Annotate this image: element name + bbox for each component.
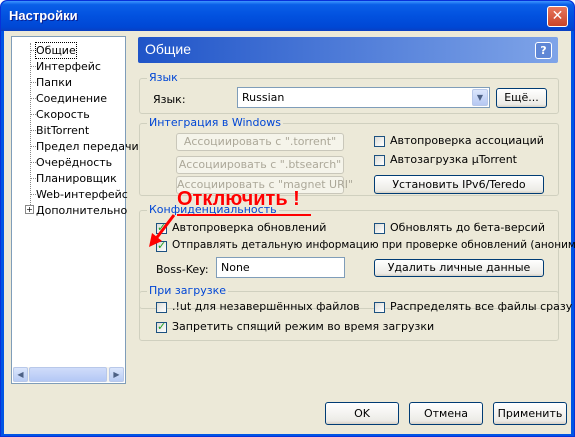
send-info-label: Отправлять детальную информацию при пров… xyxy=(172,239,575,251)
preallocate-checkbox[interactable] xyxy=(374,302,385,313)
disable-annotation: Отключить ! xyxy=(177,188,300,210)
tree-item-queueing[interactable]: Очерёдность xyxy=(36,155,112,170)
beta-updates-checkbox[interactable] xyxy=(374,223,385,234)
associate-btsearch-button[interactable]: Ассоциировать с ".btsearch" xyxy=(176,156,344,174)
close-button[interactable]: ✕ xyxy=(547,6,568,27)
associate-torrent-button[interactable]: Ассоциировать с ".torrent" xyxy=(176,133,344,151)
tree-horizontal-scrollbar[interactable]: ◀ ▶ xyxy=(13,367,124,382)
page-title: Общие xyxy=(145,41,192,57)
tree-item-interface[interactable]: Интерфейс xyxy=(36,59,101,74)
download-group-title: При загрузке xyxy=(147,284,229,297)
boss-key-input[interactable]: None xyxy=(216,257,345,278)
language-group-title: Язык xyxy=(147,71,180,84)
settings-tree: Общие Интерфейс Папки Соединение Скорост… xyxy=(11,36,139,384)
dialog-body: Общие Интерфейс Папки Соединение Скорост… xyxy=(4,31,575,434)
tree-item-folders[interactable]: Папки xyxy=(36,75,72,90)
annotation-arrow-icon xyxy=(149,214,176,247)
tree-item-scheduler[interactable]: Планировщик xyxy=(36,171,117,186)
language-group: Язык Язык: Russian ▼ Ещё... xyxy=(139,71,559,114)
scroll-right-icon[interactable]: ▶ xyxy=(109,367,124,382)
boss-key-label: Boss-Key: xyxy=(156,263,209,276)
tree-item-general[interactable]: Общие xyxy=(35,42,77,59)
ok-button[interactable]: OK xyxy=(325,402,399,425)
check-associations-label: Автопроверка ассоциаций xyxy=(390,134,544,147)
preallocate-label: Распределять все файлы сразу xyxy=(390,300,573,313)
tree-item-speed[interactable]: Скорость xyxy=(36,107,90,122)
autostart-label: Автозагрузка µTorrent xyxy=(390,153,517,166)
windows-integration-group: Интеграция в Windows Ассоциировать с ".t… xyxy=(139,116,559,196)
page-header: Общие ? xyxy=(138,37,558,63)
prevent-sleep-checkbox[interactable] xyxy=(156,320,167,333)
tree-item-advanced[interactable]: Дополнительно xyxy=(36,203,127,218)
scroll-thumb[interactable] xyxy=(29,367,107,382)
window-title: Настройки xyxy=(9,8,78,23)
title-bar[interactable]: Настройки ✕ xyxy=(1,1,574,31)
settings-window: Настройки ✕ Общие Интерфейс Папки Соедин… xyxy=(0,0,575,437)
annotation-underline xyxy=(177,214,311,216)
tree-item-connection[interactable]: Соединение xyxy=(36,91,107,106)
cancel-button[interactable]: Отмена xyxy=(409,402,483,425)
check-associations-checkbox[interactable] xyxy=(374,136,385,147)
download-group: При загрузке .!ut для незавершённых файл… xyxy=(139,284,572,341)
auto-update-label: Автопроверка обновлений xyxy=(172,221,327,234)
language-value: Russian xyxy=(242,91,285,104)
apply-button[interactable]: Применить xyxy=(493,402,567,425)
ut-extension-checkbox[interactable] xyxy=(156,302,167,313)
help-icon[interactable]: ? xyxy=(535,42,552,59)
tree-item-web-ui[interactable]: Web-интерфейс xyxy=(36,187,128,202)
chevron-down-icon[interactable]: ▼ xyxy=(472,89,488,106)
prevent-sleep-label: Запретить спящий режим во время загрузки xyxy=(172,320,435,333)
more-languages-button[interactable]: Ещё... xyxy=(496,88,547,108)
expand-icon[interactable]: + xyxy=(25,205,34,214)
beta-updates-label: Обновлять до бета-версий xyxy=(390,221,545,234)
delete-private-data-button[interactable]: Удалить личные данные xyxy=(374,259,544,277)
install-ipv6-button[interactable]: Установить IPv6/Teredo xyxy=(374,175,544,194)
language-select[interactable]: Russian ▼ xyxy=(237,87,490,108)
scroll-left-icon[interactable]: ◀ xyxy=(13,367,28,382)
tree-item-transfer-cap[interactable]: Предел передачи xyxy=(36,139,139,154)
ut-extension-label: .!ut для незавершённых файлов xyxy=(172,300,360,313)
integration-group-title: Интеграция в Windows xyxy=(147,116,283,129)
autostart-checkbox[interactable] xyxy=(374,155,385,166)
tree-item-bittorrent[interactable]: BitTorrent xyxy=(36,123,89,138)
language-label: Язык: xyxy=(153,93,186,106)
